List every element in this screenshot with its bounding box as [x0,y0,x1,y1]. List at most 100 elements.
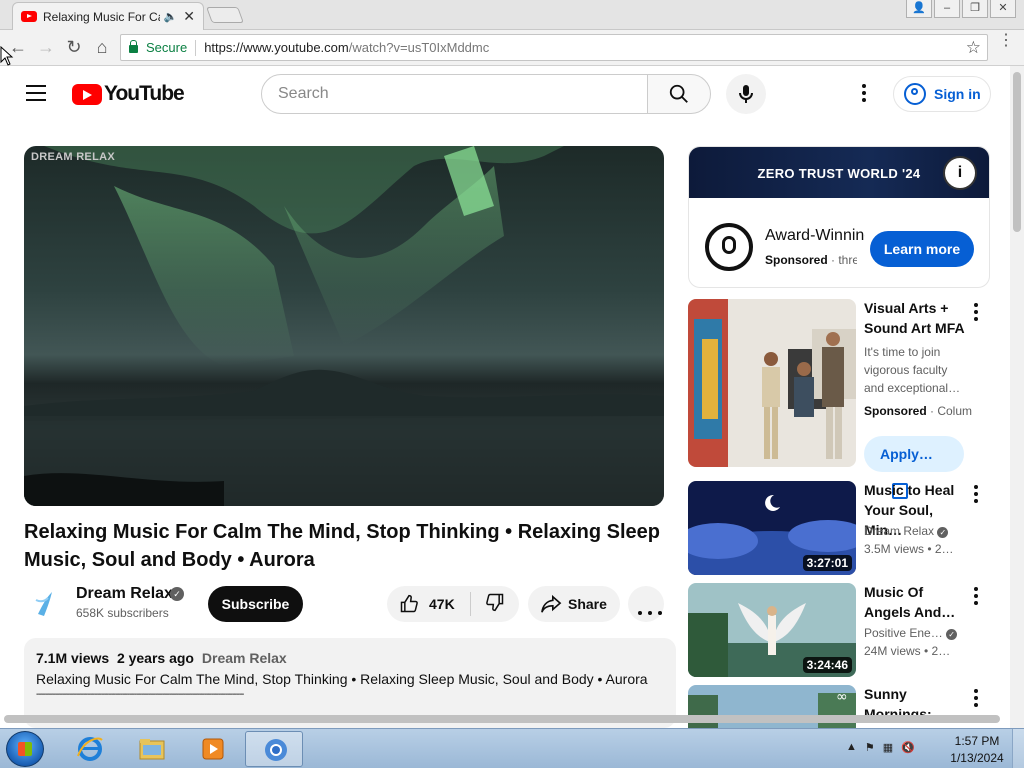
advertiser-logo [705,223,753,271]
upload-age: 2 years ago [116,650,194,666]
show-hidden-icons-icon[interactable]: ▲ [846,741,857,754]
taskbar-clock[interactable]: 1:57 PM 1/13/2024 [944,733,1010,767]
like-button[interactable]: 47K [387,592,471,616]
verified-check-icon: ✓ [170,587,184,601]
new-tab-button[interactable] [206,7,244,23]
apply-button[interactable]: Apply… [864,436,964,500]
share-arrow-icon [541,594,562,613]
sign-in-label: Sign in [934,86,981,102]
system-tray: ▲ ⚑ ▦ 🔇 [846,741,915,754]
maximize-button[interactable]: ❐ [962,0,988,18]
url-host: https://www.youtube.com [204,40,349,55]
volume-muted-icon[interactable]: 🔇 [901,741,915,754]
promo-sponsored-line: Sponsored · Columbia [864,404,972,418]
tab-close-icon[interactable]: ✕ [183,8,195,25]
taskbar-file-explorer[interactable] [122,731,180,767]
audio-playing-icon[interactable]: 🔈 [164,10,178,23]
ad-sponsored-line: Sponsored · threatlocker [765,253,857,267]
video-title-link[interactable]: Music Of Angels And… [864,582,968,622]
mouse-pointer-icon [0,46,14,66]
thumbs-down-icon [486,593,504,611]
dislike-button[interactable] [471,592,505,617]
secure-label: Secure [146,40,188,55]
clock-date: 1/13/2024 [950,751,1004,765]
more-actions-button[interactable] [628,586,664,622]
like-count: 47K [429,596,455,612]
video-watermark: DREAM RELAX [31,151,115,163]
browser-titlebar: Relaxing Music For Calm 🔈 ✕ 👤 – ❐ ✕ [0,0,1024,30]
minimize-button[interactable]: – [934,0,960,18]
vertical-scroll-thumb[interactable] [1013,72,1021,232]
youtube-play-icon [72,83,102,105]
video-channel-name: Positive Ene… [864,626,943,640]
channel-name[interactable]: Dream Relax [76,585,173,603]
url-path: /watch?v=usT0IxMddmc [348,40,490,55]
video-more-icon[interactable] [972,587,980,607]
like-dislike-group: 47K [387,586,519,622]
taskbar-internet-explorer[interactable] [60,731,118,767]
start-button[interactable] [6,731,44,767]
close-window-button[interactable]: ✕ [990,0,1016,18]
horizontal-scrollbar[interactable] [4,715,1000,723]
search-icon [669,84,688,103]
profile-icon[interactable]: 👤 [906,0,932,18]
youtube-logo-text: YouTube [104,82,185,105]
settings-more-icon[interactable] [858,84,870,104]
video-meta: 3.5M views • 2… [864,542,954,556]
video-channel[interactable]: Dream Relax ✓ [864,524,972,538]
browser-menu-icon[interactable]: ⋮ [998,33,1014,49]
description-meta: 7.1M views 2 years ago Dream Relax [36,650,664,666]
video-more-icon[interactable] [972,689,980,709]
promo-title[interactable]: Visual Arts + Sound Art MFA [864,298,968,338]
taskbar-chrome[interactable] [245,731,303,767]
action-center-icon[interactable]: ⚑ [865,741,875,754]
video-channel-name: Dream Relax [864,524,935,538]
video-channel[interactable]: Positive Ene… ✓ [864,626,972,640]
microphone-icon [739,85,753,103]
video-thumbnail[interactable]: 3:24:46 [688,583,856,677]
ad-title: Award-Winning [765,227,865,244]
subscriber-count: 658K subscribers [76,606,169,620]
home-icon[interactable]: ⌂ [88,37,116,58]
folder-icon [139,739,165,760]
windows-taskbar: ▲ ⚑ ▦ 🔇 1:57 PM 1/13/2024 [0,728,1024,768]
sponsored-ad-card[interactable]: ZERO TRUST WORLD '24 i Award-Winning Spo… [688,146,990,288]
vertical-scrollbar[interactable] [1010,66,1024,728]
description-channel: Dream Relax [201,650,287,666]
youtube-logo[interactable]: YouTube [72,82,185,106]
learn-more-button[interactable]: Learn more [870,231,974,267]
browser-tab[interactable]: Relaxing Music For Calm 🔈 ✕ [12,2,204,30]
clock-time: 1:57 PM [954,734,1000,748]
subscribe-button[interactable]: Subscribe [208,586,303,622]
voice-search-button[interactable] [726,74,766,114]
show-desktop-button[interactable] [1012,729,1024,768]
ad-banner[interactable]: ZERO TRUST WORLD '24 i [689,147,989,198]
promo-advertiser: · Columbia [930,404,972,418]
ad-sponsored-label: Sponsored [765,253,828,267]
hamburger-menu-icon[interactable] [26,85,46,101]
share-button[interactable]: Share [528,586,620,622]
promo-more-icon[interactable] [972,303,980,323]
sign-in-button[interactable]: Sign in [893,76,991,112]
share-label: Share [568,596,607,612]
search-input[interactable]: Search [261,74,649,114]
description-text: Relaxing Music For Calm The Mind, Stop T… [36,671,648,687]
ad-info-icon[interactable]: i [943,156,977,190]
search-button[interactable] [647,74,711,114]
apply-label: Apply… [880,446,933,462]
channel-avatar[interactable] [26,586,64,622]
taskbar-media-player[interactable] [183,731,241,767]
video-more-icon[interactable] [972,485,980,505]
thumbs-up-icon [400,594,418,613]
forward-arrow-icon[interactable]: → [32,37,60,58]
promo-sponsored-label: Sponsored [864,404,927,418]
video-player[interactable]: DREAM RELAX [24,146,664,506]
video-duration: 3:27:01 [802,555,852,571]
network-icon[interactable]: ▦ [883,741,893,754]
promo-thumbnail[interactable] [688,299,856,467]
reload-icon[interactable]: ↻ [60,37,88,58]
omnibox-divider [195,39,197,56]
address-bar[interactable]: Secure https://www.youtube.com /watch?v=… [120,34,988,61]
bookmark-star-icon[interactable]: ☆ [966,38,981,58]
video-thumbnail[interactable]: 3:27:01 [688,481,856,575]
